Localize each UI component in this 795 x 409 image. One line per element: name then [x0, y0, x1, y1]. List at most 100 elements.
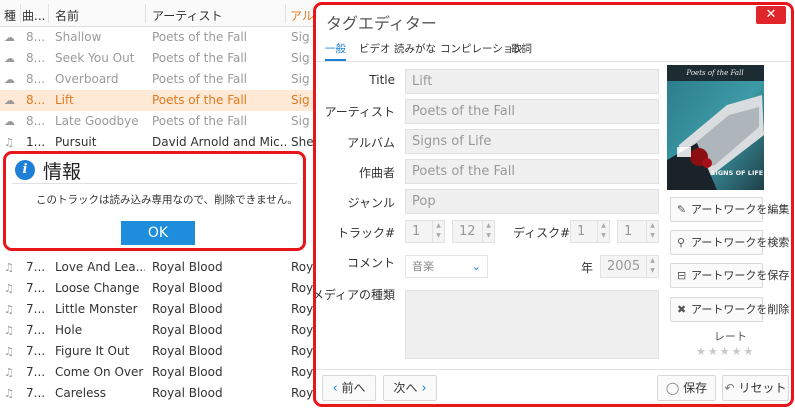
column-header-type[interactable]: 種 [4, 7, 16, 24]
rating-stars[interactable]: ★★★★★ [696, 345, 755, 358]
table-row[interactable]: ♫ 1... Pursuit David Arnold and Mic... She [0, 132, 318, 153]
save-button[interactable]: ◯ 保存 [657, 375, 716, 401]
stepper-arrows-icon[interactable]: ▲ ▼ [482, 221, 494, 242]
cloud-icon: ☁ [4, 94, 15, 107]
track-name-cell: Overboard [55, 72, 119, 86]
label-year: 年 [581, 261, 594, 275]
track-name-cell: Love And Lea... [55, 260, 145, 274]
next-button[interactable]: 次へ › [383, 375, 437, 401]
column-header-artist[interactable]: アーティスト [152, 7, 223, 24]
cloud-icon: ☁ [4, 31, 15, 44]
track-number-cell: 7... [26, 386, 46, 400]
track-list-header: 種 曲... 名前 アーティスト アルバ [0, 0, 318, 27]
track-number-cell: 8... [26, 51, 46, 65]
music-note-icon: ♫ [4, 136, 14, 149]
title-field[interactable]: Lift [405, 69, 659, 94]
track-name-cell: Figure It Out [55, 344, 130, 358]
save-artwork-button[interactable]: ⊟ アートワークを保存 [670, 263, 789, 288]
track-name-cell: Come On Over [55, 365, 144, 379]
track-number-cell: 7... [26, 344, 46, 358]
info-dialog-message: このトラックは読み込み専用なので、削除できません。 [36, 194, 298, 206]
table-row[interactable]: ♫ 7... Careless Royal Blood Roy [0, 383, 318, 404]
save-artwork-label: アートワークを保存 [691, 269, 790, 282]
year-value: 2005 [607, 259, 641, 274]
tab-reading[interactable]: 読みがな [394, 41, 436, 59]
disc-number-stepper[interactable]: 1 ▲ ▼ [570, 220, 610, 243]
table-row[interactable]: ☁ 8... Lift Poets of the Fall Sig [0, 90, 318, 111]
tab-bar: 一般 ビデオ 読みがな コンピレーション 歌詞 [316, 41, 791, 61]
track-artist-cell: Royal Blood [152, 365, 223, 379]
save-label: 保存 [683, 381, 708, 395]
stepper-arrows-icon[interactable]: ▲ ▼ [646, 221, 658, 242]
next-label: 次へ [393, 381, 418, 395]
previous-button[interactable]: ‹ 前へ [322, 375, 376, 401]
search-artwork-button[interactable]: ⚲ アートワークを検索 [670, 230, 789, 255]
artwork-album-text: SIGNS OF LIFE [711, 169, 764, 177]
media-type-box[interactable] [405, 290, 659, 359]
album-artwork: Poets of the Fall SIGNS OF LIFE [667, 65, 764, 190]
cloud-icon: ☁ [4, 52, 15, 65]
music-note-icon: ♫ [4, 345, 14, 358]
delete-artwork-button[interactable]: ✖ アートワークを削除 [670, 297, 789, 322]
column-header-number[interactable]: 曲... [22, 7, 45, 24]
track-artist-cell: Poets of the Fall [152, 72, 248, 86]
edit-artwork-label: アートワークを編集 [691, 203, 790, 216]
table-row[interactable]: ♫ 7... Come On Over Royal Blood Roy [0, 362, 318, 383]
table-row[interactable]: ♫ 7... Love And Lea... Royal Blood Roy [0, 257, 318, 278]
track-name-cell: Careless [55, 386, 107, 400]
table-row[interactable]: ☁ 8... Overboard Poets of the Fall Sig [0, 69, 318, 90]
track-number-cell: 7... [26, 365, 46, 379]
reset-button[interactable]: ↶ リセット [722, 375, 789, 401]
table-row[interactable]: ♫ 7... Hole Royal Blood Roy [0, 320, 318, 341]
column-header-name[interactable]: 名前 [55, 7, 79, 24]
ok-button[interactable]: OK [121, 221, 195, 245]
artist-field[interactable]: Poets of the Fall [405, 99, 659, 124]
track-number-value: 1 [412, 224, 421, 239]
label-disc: ディスク# [513, 226, 571, 240]
table-row[interactable]: ♫ 7... Little Monster Royal Blood Roy [0, 299, 318, 320]
delete-x-icon: ✖ [677, 303, 687, 316]
stepper-arrows-icon[interactable]: ▲ ▼ [646, 256, 658, 277]
disc-total-stepper[interactable]: 1 ▲ ▼ [617, 220, 659, 243]
table-row[interactable]: ☁ 8... Seek You Out Poets of the Fall Sig [0, 48, 318, 69]
track-total-stepper[interactable]: 12 ▲ ▼ [452, 220, 495, 243]
divider [12, 183, 297, 184]
track-number-cell: 7... [26, 323, 46, 337]
genre-field[interactable]: Pop [405, 189, 659, 214]
track-artist-cell: David Arnold and Mic... [152, 135, 286, 149]
chevron-right-icon: › [421, 381, 427, 396]
track-artist-cell: Royal Blood [152, 344, 223, 358]
label-media-type: メディアの種類 [313, 288, 395, 302]
track-name-cell: Shallow [55, 30, 102, 44]
track-artist-cell: Royal Blood [152, 386, 223, 400]
close-button[interactable]: ✕ [756, 6, 786, 24]
label-genre: ジャンル [347, 196, 395, 210]
music-note-icon: ♫ [4, 324, 14, 337]
album-field[interactable]: Signs of Life [405, 129, 659, 154]
stepper-arrows-icon[interactable]: ▲ ▼ [597, 221, 609, 242]
edit-artwork-button[interactable]: ✎ アートワークを編集 [670, 197, 789, 222]
chevron-down-icon: ⌄ [471, 260, 481, 273]
year-stepper[interactable]: 2005 ▲ ▼ [600, 255, 659, 278]
track-artist-cell: Poets of the Fall [152, 114, 248, 128]
table-row[interactable]: ☁ 8... Late Goodbye Poets of the Fall Sig [0, 111, 318, 132]
tab-lyrics[interactable]: 歌詞 [511, 41, 532, 59]
comment-select[interactable]: 音楽 ⌄ [405, 255, 488, 278]
reset-label: リセット [738, 381, 787, 395]
info-dialog: i 情報 このトラックは読み込み専用なので、削除できません。 OK [3, 151, 306, 251]
table-row[interactable]: ♫ 7... Figure It Out Royal Blood Roy [0, 341, 318, 362]
table-row[interactable]: ☁ 8... Shallow Poets of the Fall Sig [0, 27, 318, 48]
stepper-arrows-icon[interactable]: ▲ ▼ [432, 221, 444, 242]
label-artist: アーティスト [324, 105, 395, 119]
track-artist-cell: Poets of the Fall [152, 51, 248, 65]
track-number-stepper[interactable]: 1 ▲ ▼ [405, 220, 445, 243]
info-dialog-title: 情報 [43, 161, 82, 183]
track-name-cell: Loose Change [55, 281, 140, 295]
music-note-icon: ♫ [4, 366, 14, 379]
tab-video[interactable]: ビデオ [359, 41, 391, 59]
track-name-cell: Lift [55, 93, 74, 107]
composer-field[interactable]: Poets of the Fall [405, 159, 659, 184]
tab-general[interactable]: 一般 [325, 41, 346, 61]
previous-label: 前へ [341, 381, 366, 395]
table-row[interactable]: ♫ 7... Loose Change Royal Blood Roy [0, 278, 318, 299]
